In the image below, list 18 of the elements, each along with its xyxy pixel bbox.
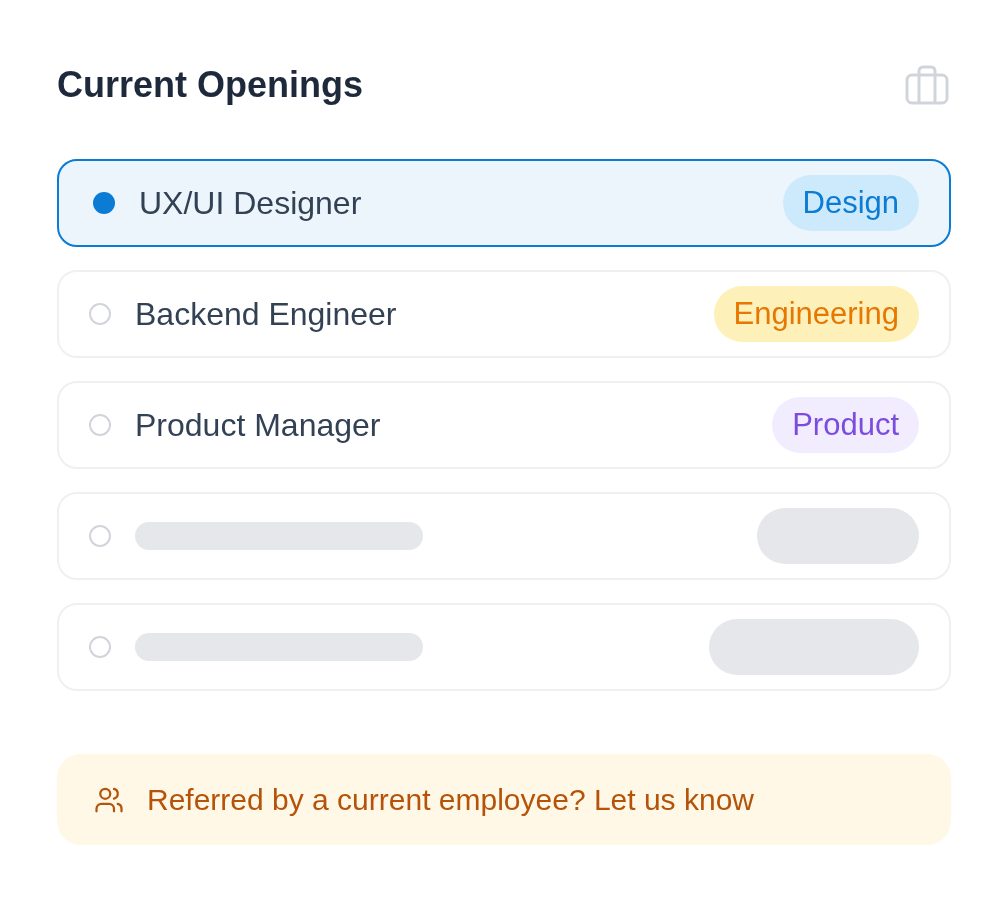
radio-icon xyxy=(89,636,111,658)
job-title: Backend Engineer xyxy=(135,295,398,334)
job-row[interactable]: Product Manager Product xyxy=(57,381,951,469)
section-title: Current Openings xyxy=(57,63,364,107)
department-tag: Product xyxy=(772,397,919,453)
job-row[interactable]: UX/UI Designer Design xyxy=(57,159,951,247)
radio-icon xyxy=(89,414,111,436)
radio-icon xyxy=(89,303,111,325)
referral-banner[interactable]: Referred by a current employee? Let us know xyxy=(57,754,951,845)
radio-selected-icon xyxy=(93,192,115,214)
job-row[interactable]: Backend Engineer Engineering xyxy=(57,270,951,358)
job-title: Product Manager xyxy=(135,406,382,445)
briefcase-icon xyxy=(905,65,949,105)
referral-text: Referred by a current employee? Let us know xyxy=(147,782,754,818)
radio-icon xyxy=(89,525,111,547)
department-tag: Design xyxy=(782,175,919,231)
department-tag: Engineering xyxy=(713,286,919,342)
job-title: UX/UI Designer xyxy=(139,184,363,223)
